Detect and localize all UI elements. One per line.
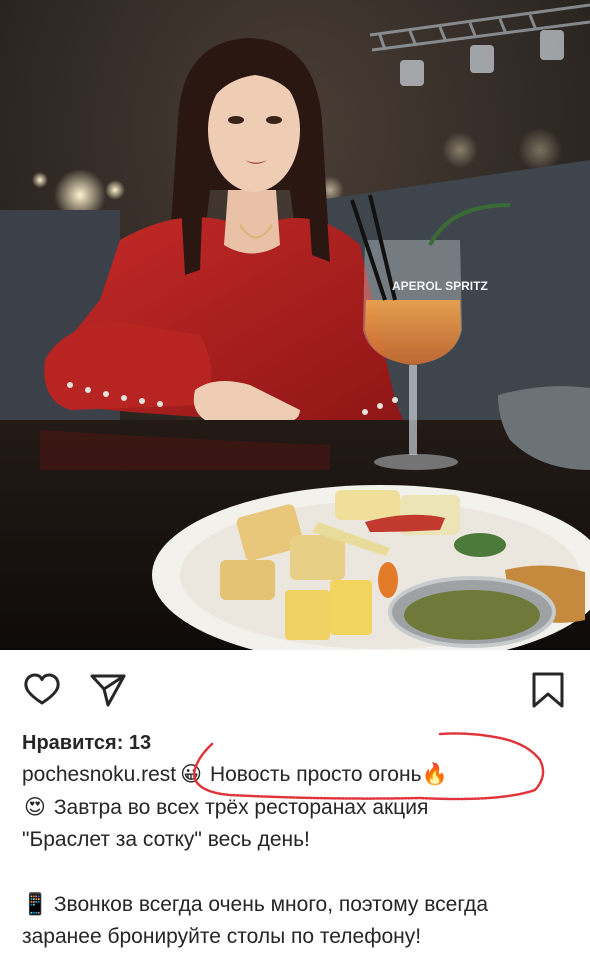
phone-emoji: 📱 [22, 892, 49, 916]
caption-text-1: Новость просто огонь [209, 763, 422, 786]
caption-line-1: pochesnoku.rest 😀 Новость просто огонь🔥 [22, 758, 572, 791]
fire-emoji: 🔥 [421, 762, 448, 786]
username-link[interactable]: pochesnoku.rest [22, 763, 176, 786]
caption-line-2: 😍 Завтра во всех трёх ресторанах акция [22, 791, 572, 824]
heart-icon[interactable] [22, 670, 62, 710]
glass-logo-text: APEROL SPRITZ [392, 279, 488, 293]
caption-line-4: 📱 Звонков всегда очень много, поэтому вс… [22, 888, 572, 921]
caption-line-3: "Браслет за сотку" весь день! [22, 828, 310, 851]
paper-plane-icon[interactable] [88, 670, 128, 710]
caption-line-5: заранее бронируйте столы по телефону! [22, 925, 422, 948]
grin-emoji: 😀 [180, 762, 203, 786]
caption-text-2: Завтра во всех трёх ресторанах акция [53, 796, 429, 819]
post-photo-illustration: APEROL SPRITZ [0, 0, 590, 650]
heart-eyes-emoji: 😍 [24, 795, 46, 819]
likes-count[interactable]: Нравится: 13 [22, 728, 572, 758]
post-action-bar [0, 650, 590, 728]
post-caption: Нравится: 13 pochesnoku.rest 😀 Новость пр… [22, 728, 572, 953]
caption-text-4: Звонков всегда очень много, поэтому всег… [53, 893, 488, 916]
post-photo[interactable]: APEROL SPRITZ [0, 0, 590, 650]
bookmark-icon[interactable] [528, 670, 568, 710]
